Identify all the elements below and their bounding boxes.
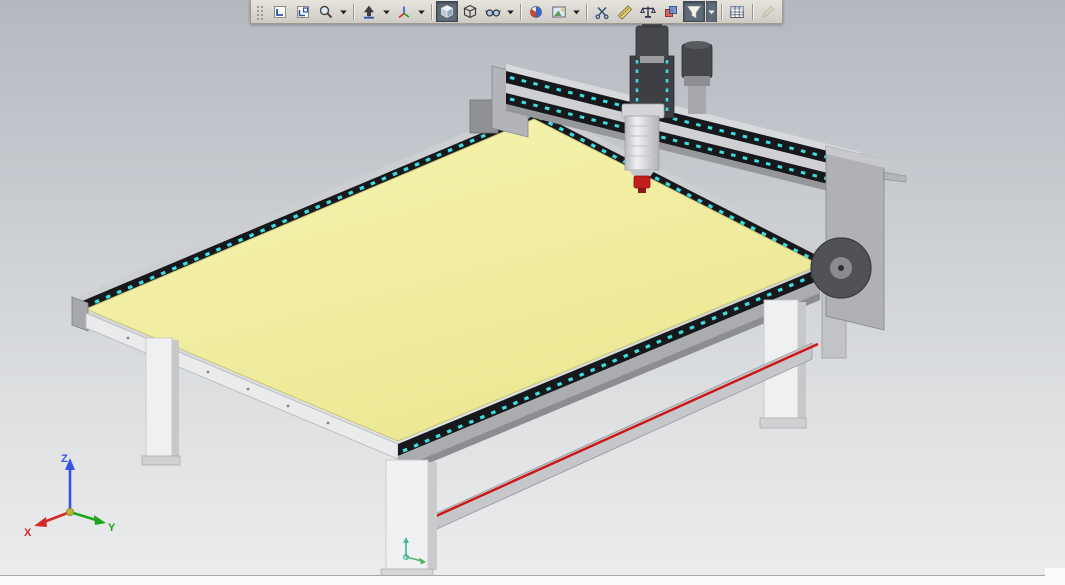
triad-origin-ball xyxy=(66,507,75,516)
grip-icon xyxy=(257,5,263,20)
zoom-to-area-button[interactable] xyxy=(292,1,314,22)
triad-y-arrowhead xyxy=(94,515,106,525)
toolbar-separator xyxy=(721,3,722,20)
toolbar-grip-handle[interactable] xyxy=(254,1,268,22)
toolbar-separator xyxy=(353,3,354,20)
wireframe-cube-icon xyxy=(463,4,477,18)
view-orientation-button-dropdown[interactable] xyxy=(416,1,427,22)
edit-appearance-button[interactable] xyxy=(525,1,547,22)
arrow-up-icon xyxy=(364,5,374,19)
view-orientation-button[interactable] xyxy=(393,1,415,22)
scene-icon xyxy=(552,6,566,17)
shaded-cube-icon xyxy=(440,4,454,18)
spindle-body xyxy=(624,115,660,171)
triad-x-arrowhead xyxy=(34,517,47,527)
table-icon xyxy=(730,5,744,18)
previous-view-button[interactable] xyxy=(315,1,337,22)
y-axis-motor[interactable] xyxy=(681,41,713,114)
zoom-fit-icon xyxy=(274,5,286,18)
section-view-button[interactable] xyxy=(591,1,613,22)
toolbar-separator xyxy=(520,3,521,20)
chevron-down-icon xyxy=(573,10,580,14)
zoom-to-fit-button[interactable] xyxy=(269,1,291,22)
zoom-area-icon xyxy=(297,5,309,18)
graphics-viewport[interactable]: Z X Y xyxy=(0,0,1065,585)
triad-x-label: X xyxy=(24,527,32,539)
interference-icon xyxy=(665,5,677,17)
appearance-icon xyxy=(530,5,542,18)
apply-scene-button[interactable] xyxy=(548,1,570,22)
measure-icon xyxy=(617,4,633,20)
triad-y-label: Y xyxy=(108,522,116,534)
chevron-down-icon xyxy=(507,10,514,14)
apply-scene-button-dropdown[interactable] xyxy=(571,1,582,22)
previous-view-button-dropdown[interactable] xyxy=(338,1,349,22)
z-axis-motor xyxy=(635,25,669,61)
selection-filter-button[interactable] xyxy=(683,1,705,22)
hide-show-items-button[interactable] xyxy=(482,1,504,22)
normal-to-button-dropdown[interactable] xyxy=(381,1,392,22)
front-leg[interactable] xyxy=(380,459,437,577)
edit-sketch-button xyxy=(757,1,779,22)
chevron-down-icon xyxy=(340,10,347,14)
pencil-icon xyxy=(761,5,775,18)
left-leg[interactable] xyxy=(141,337,181,466)
spindle-collet xyxy=(633,175,651,189)
chevron-down-icon xyxy=(418,10,425,14)
normal-to-button[interactable] xyxy=(358,1,380,22)
measure-button[interactable] xyxy=(614,1,636,22)
hide-show-items-button-dropdown[interactable] xyxy=(505,1,516,22)
display-style-wireframe-button[interactable] xyxy=(459,1,481,22)
triad-icon xyxy=(398,6,410,18)
design-table-button[interactable] xyxy=(726,1,748,22)
application-window: Z X Y xyxy=(0,0,1065,585)
toolbar-separator xyxy=(752,3,753,20)
triad-z-label: Z xyxy=(61,453,68,465)
magnifier-icon xyxy=(319,5,333,18)
selection-filter-button-dropdown[interactable] xyxy=(706,1,717,22)
chevron-down-icon xyxy=(708,10,715,14)
interference-check-button[interactable] xyxy=(660,1,682,22)
scissors-icon xyxy=(595,6,609,19)
viewport-corner xyxy=(1045,568,1065,585)
toolbar-separator xyxy=(431,3,432,20)
display-style-shaded-button[interactable] xyxy=(436,1,458,22)
status-strip xyxy=(0,575,1065,585)
funnel-icon xyxy=(687,5,701,18)
chevron-down-icon xyxy=(383,10,390,14)
mass-properties-icon xyxy=(640,6,656,18)
toolbar-separator xyxy=(586,3,587,20)
mass-properties-button[interactable] xyxy=(637,1,659,22)
reference-triad: Z X Y xyxy=(24,453,116,539)
cnc-router-model[interactable] xyxy=(71,18,907,577)
glasses-icon xyxy=(485,8,501,17)
heads-up-toolbar xyxy=(250,0,783,24)
spindle-assembly[interactable] xyxy=(621,18,675,193)
